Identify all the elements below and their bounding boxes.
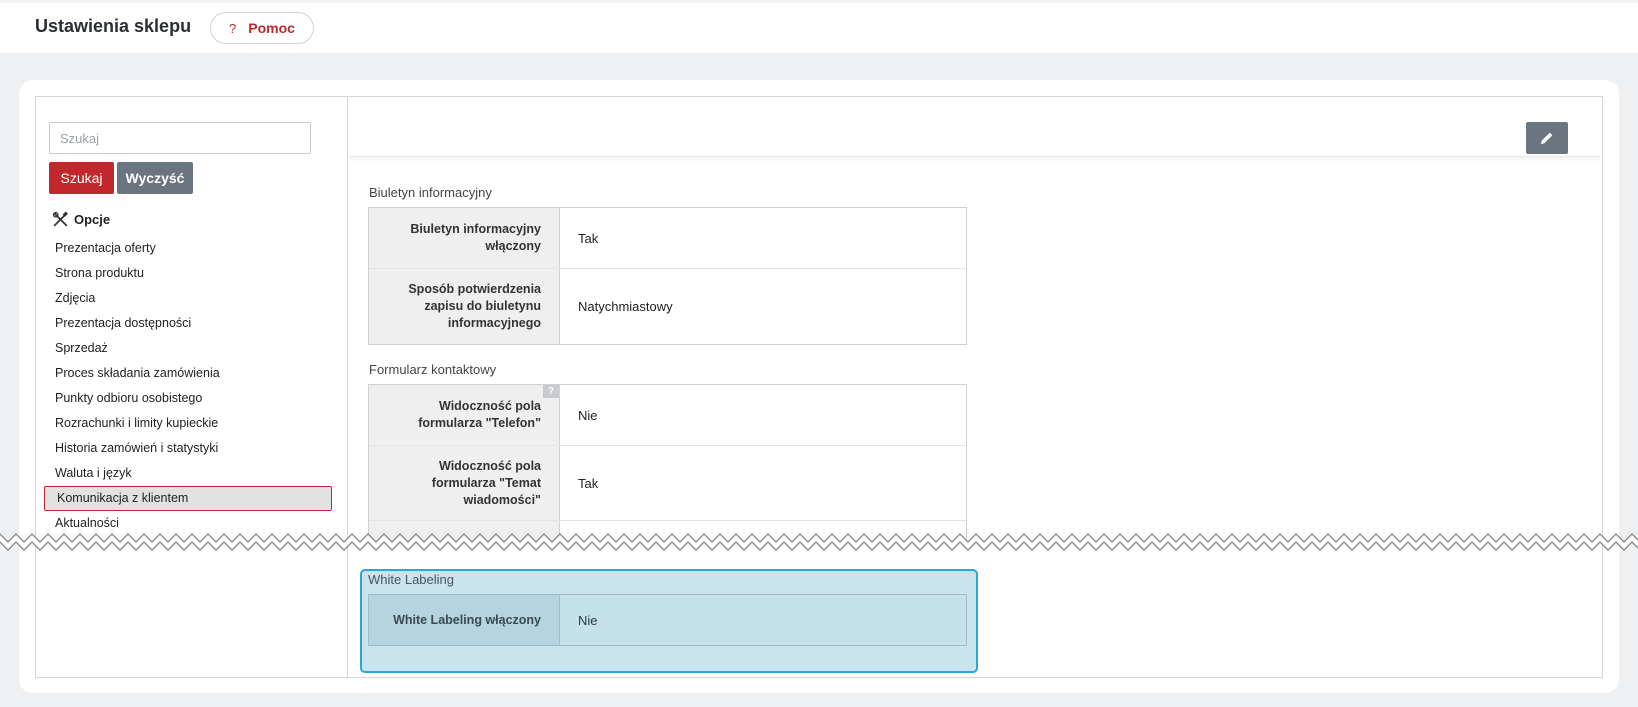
nav-item-prezentacja-dostepnosci[interactable]: Prezentacja dostępności [44,311,332,336]
nav-item-waluta-i-jezyk[interactable]: Waluta i język [44,461,332,486]
table-row: Biuletyn informacyjny włączony Tak [369,208,966,269]
question-icon: ? [229,20,237,36]
section-title-white-labeling: White Labeling [368,572,454,587]
help-button[interactable]: ? Pomoc [210,12,314,44]
table-row: ? Widoczność pola formularza "Telefon" N… [369,385,966,446]
nav-item-punkty-odbioru[interactable]: Punkty odbioru osobistego [44,386,332,411]
table-row: Sposób potwierdzenia zapisu do biuletynu… [369,269,966,344]
row-value: Nie [578,612,598,628]
table-white-labeling: White Labeling włączony Nie [368,594,967,646]
table-biuletyn: Biuletyn informacyjny włączony Tak Sposó… [368,207,967,345]
nav-item-historia-zamowien[interactable]: Historia zamówień i statystyki [44,436,332,461]
tools-icon [52,211,68,227]
nav-item-rozrachunki[interactable]: Rozrachunki i limity kupieckie [44,411,332,436]
search-input[interactable] [49,122,311,154]
section-title-formularz: Formularz kontaktowy [369,362,497,377]
options-nav: Prezentacja oferty Strona produktu Zdjęc… [44,236,332,536]
help-button-label: Pomoc [248,20,295,36]
nav-item-strona-produktu[interactable]: Strona produktu [44,261,332,286]
table-row: Widoczność pola formularza "Temat wiadom… [369,446,966,521]
row-label: Sposób potwierdzenia zapisu do biuletynu… [369,269,560,344]
table-formularz: ? Widoczność pola formularza "Telefon" N… [368,384,967,540]
panel-divider [347,96,348,678]
clear-button[interactable]: Wyczyść [117,162,193,194]
cut-marker [0,533,1638,551]
row-label: Biuletyn informacyjny włączony [369,208,560,268]
row-value: Nie [578,407,598,423]
row-value: Tak [578,475,599,491]
nav-item-proces-skladania[interactable]: Proces składania zamówienia [44,361,332,386]
edit-button[interactable] [1526,122,1568,154]
nav-item-sprzedaz[interactable]: Sprzedaż [44,336,332,361]
row-value: Natychmiastowy [578,299,673,314]
page-title: Ustawienia sklepu [35,16,192,36]
options-title: Opcje [74,212,111,227]
row-label: White Labeling włączony [369,595,560,645]
search-button[interactable]: Szukaj [49,162,114,194]
header-separator [350,156,1600,162]
row-value: Tak [578,230,599,246]
pencil-icon [1541,132,1553,144]
nav-item-prezentacja-oferty[interactable]: Prezentacja oferty [44,236,332,261]
row-label: Widoczność pola formularza "Temat wiadom… [369,446,560,520]
section-title-biuletyn: Biuletyn informacyjny [369,185,492,200]
nav-item-komunikacja-active[interactable]: Komunikacja z klientem [44,486,332,511]
help-marker-icon[interactable]: ? [543,385,559,398]
options-header: Opcje [52,211,110,228]
nav-item-zdjecia[interactable]: Zdjęcia [44,286,332,311]
row-label: ? Widoczność pola formularza "Telefon" [369,385,560,445]
